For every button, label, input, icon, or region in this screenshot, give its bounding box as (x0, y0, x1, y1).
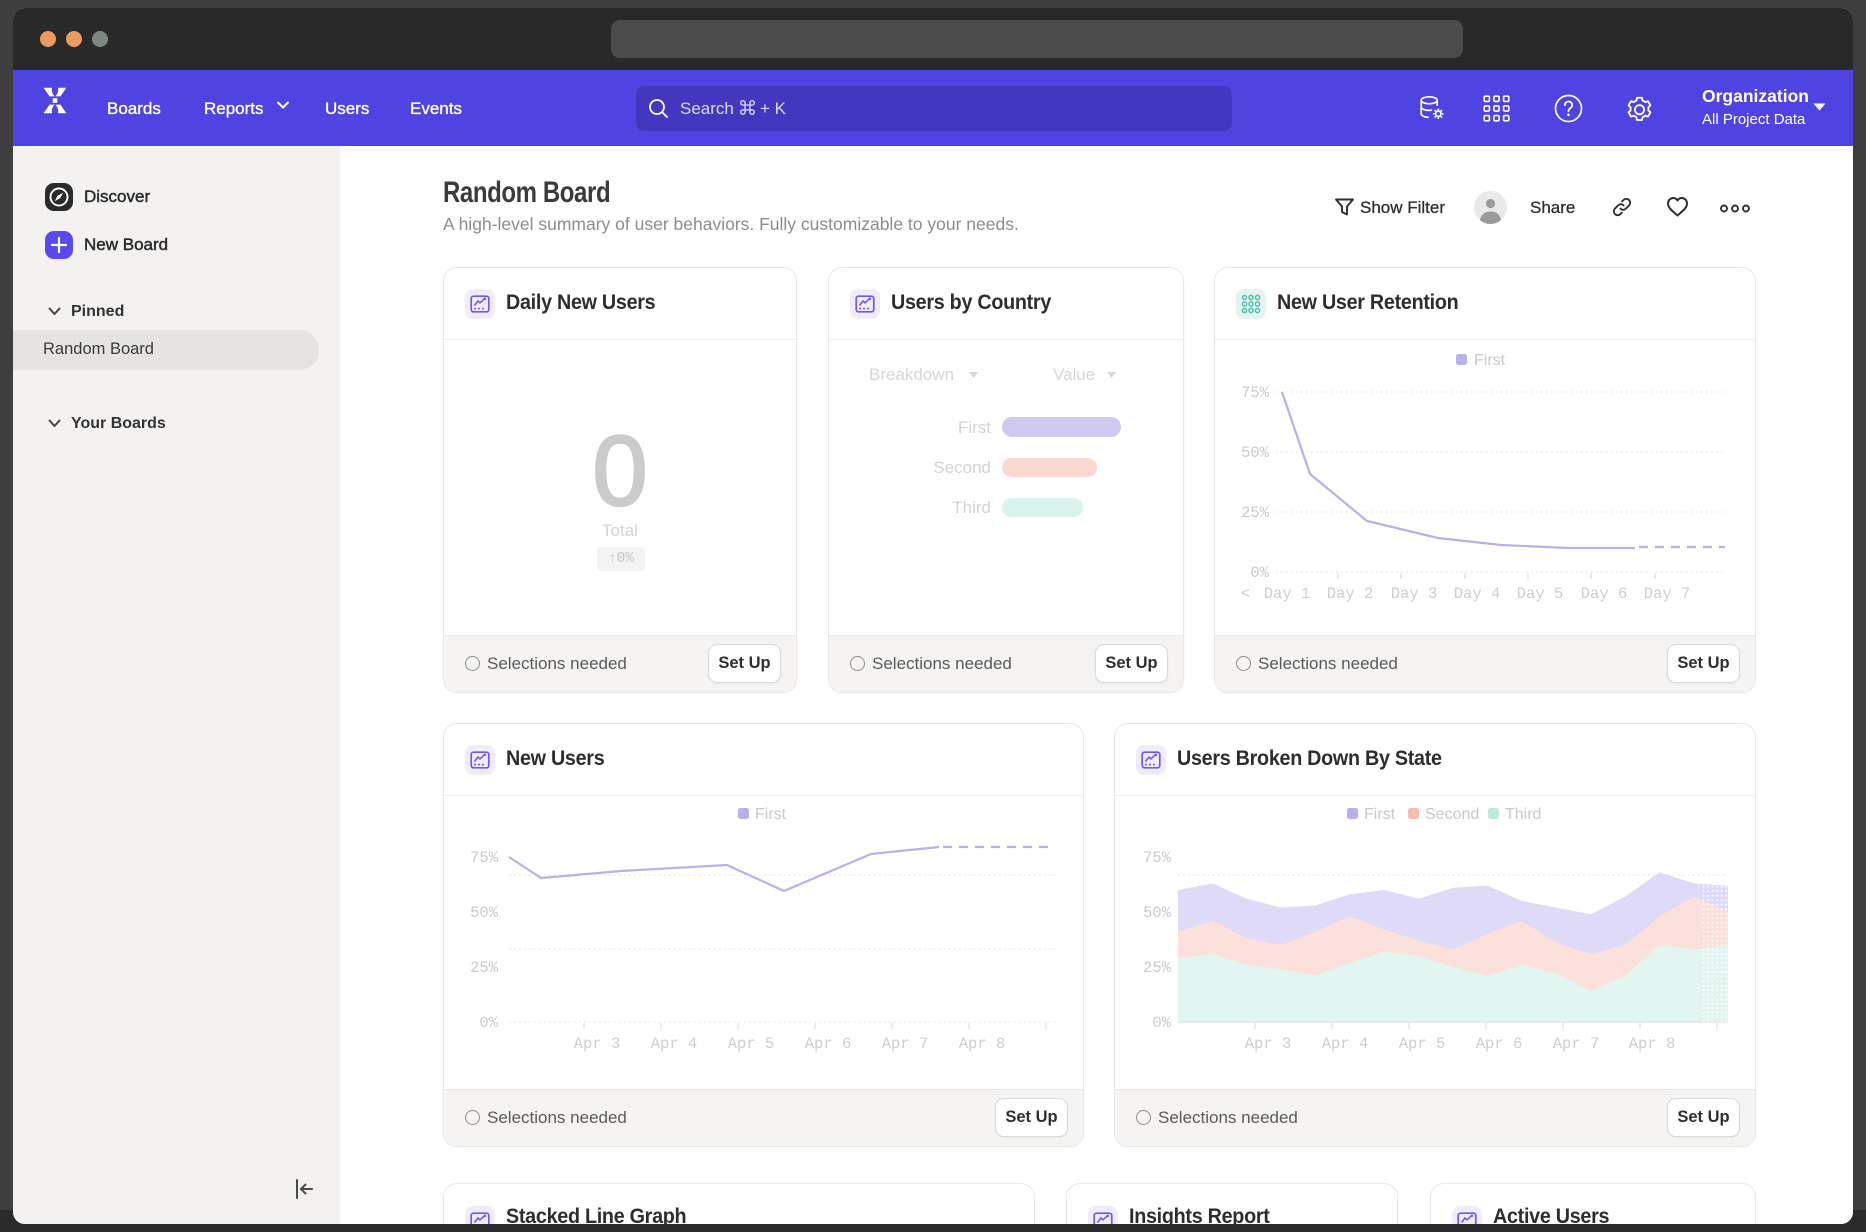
svg-text:Apr 8: Apr 8 (1629, 1035, 1676, 1053)
svg-text:0%: 0% (1152, 1014, 1171, 1032)
svg-text:Apr 6: Apr 6 (1476, 1035, 1523, 1053)
svg-text:Day 2: Day 2 (1327, 585, 1374, 603)
svg-text:Day 5: Day 5 (1517, 585, 1564, 603)
svg-text:25%: 25% (1143, 959, 1172, 977)
svg-text:50%: 50% (1143, 904, 1172, 922)
svg-text:Apr 8: Apr 8 (959, 1035, 1006, 1053)
svg-text:50%: 50% (470, 904, 499, 922)
svg-text:75%: 75% (470, 849, 499, 867)
svg-text:75%: 75% (1143, 849, 1172, 867)
svg-text:25%: 25% (470, 959, 499, 977)
svg-text:Second: Second (1425, 806, 1479, 823)
svg-text:<: < (1241, 585, 1250, 603)
svg-text:Apr 7: Apr 7 (882, 1035, 929, 1053)
svg-text:First: First (1474, 352, 1506, 369)
svg-text:Apr 3: Apr 3 (1245, 1035, 1292, 1053)
svg-text:Day 1: Day 1 (1264, 585, 1311, 603)
svg-text:First: First (1364, 806, 1396, 823)
svg-text:First: First (755, 806, 787, 823)
svg-text:0%: 0% (1250, 564, 1269, 582)
svg-text:Apr 3: Apr 3 (574, 1035, 621, 1053)
svg-text:0%: 0% (479, 1014, 498, 1032)
svg-text:Apr 4: Apr 4 (651, 1035, 698, 1053)
svg-text:Third: Third (1505, 806, 1541, 823)
svg-text:Day 4: Day 4 (1454, 585, 1501, 603)
svg-text:Apr 7: Apr 7 (1553, 1035, 1600, 1053)
svg-text:Day 3: Day 3 (1391, 585, 1438, 603)
svg-text:25%: 25% (1241, 504, 1270, 522)
svg-text:Day 7: Day 7 (1644, 585, 1691, 603)
svg-text:Apr 5: Apr 5 (728, 1035, 775, 1053)
svg-text:50%: 50% (1241, 444, 1270, 462)
svg-text:Apr 5: Apr 5 (1399, 1035, 1446, 1053)
svg-text:Day 6: Day 6 (1581, 585, 1628, 603)
svg-text:Apr 4: Apr 4 (1322, 1035, 1369, 1053)
svg-text:Apr 6: Apr 6 (805, 1035, 852, 1053)
svg-text:75%: 75% (1241, 384, 1270, 402)
